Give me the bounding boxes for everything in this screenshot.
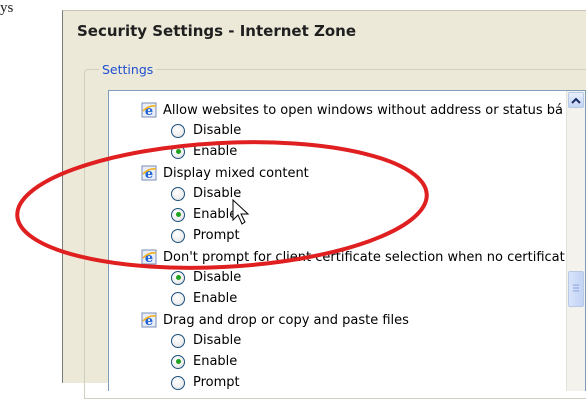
option-label: Disable — [193, 270, 242, 285]
setting-label: Drag and drop or copy and paste files — [163, 312, 409, 328]
radio-button[interactable] — [171, 291, 185, 306]
setting-drag-and-drop: e Drag and drop or copy and paste files — [141, 312, 409, 329]
ie-settings-icon: e — [141, 312, 157, 329]
radio-button-checked[interactable] — [171, 354, 185, 369]
option-disable[interactable]: Disable — [171, 333, 241, 348]
scroll-thumb-grip-icon — [573, 284, 579, 292]
radio-button[interactable] — [171, 228, 185, 243]
option-label: Disable — [193, 186, 242, 201]
background-text-fragment: ys — [0, 0, 14, 16]
scroll-up-arrow-icon[interactable] — [568, 92, 584, 108]
option-label: Enable — [193, 354, 238, 369]
radio-button[interactable] — [171, 123, 185, 138]
ie-settings-icon: e — [141, 102, 157, 119]
setting-label: Display mixed content — [163, 165, 309, 181]
option-disable[interactable]: Disable — [171, 123, 241, 138]
option-label: Enable — [193, 144, 238, 159]
option-label: Enable — [193, 207, 238, 222]
radio-button-checked[interactable] — [171, 270, 185, 285]
ie-settings-icon: e — [141, 165, 157, 182]
settings-group-label: Settings — [99, 62, 157, 77]
setting-label: Allow websites to open windows without a… — [163, 102, 564, 118]
radio-button[interactable] — [171, 333, 185, 348]
radio-button-checked[interactable] — [171, 144, 185, 159]
option-label: Enable — [193, 291, 238, 306]
vertical-scrollbar[interactable] — [566, 91, 585, 391]
option-label: Disable — [193, 123, 242, 138]
ie-settings-icon: e — [141, 249, 157, 266]
scroll-thumb[interactable] — [568, 271, 584, 307]
settings-listbox[interactable]: e Allow websites to open windows without… — [108, 90, 586, 391]
option-label: Prompt — [193, 228, 240, 243]
option-enable[interactable]: Enable — [171, 354, 237, 369]
setting-client-certificate: e Don't prompt for client certificate se… — [141, 249, 565, 266]
option-label: Disable — [193, 333, 242, 348]
radio-button-checked[interactable] — [171, 207, 185, 222]
setting-display-mixed-content: e Display mixed content — [141, 165, 309, 182]
option-enable[interactable]: Enable — [171, 207, 237, 222]
security-settings-dialog: Security Settings - Internet Zone Settin… — [62, 10, 586, 399]
radio-button[interactable] — [171, 186, 185, 201]
option-disable[interactable]: Disable — [171, 270, 241, 285]
setting-allow-windows: e Allow websites to open windows without… — [141, 102, 564, 119]
option-disable[interactable]: Disable — [171, 186, 241, 201]
dialog-title: Security Settings - Internet Zone — [63, 11, 586, 51]
option-enable[interactable]: Enable — [171, 291, 237, 306]
option-enable[interactable]: Enable — [171, 144, 237, 159]
option-prompt[interactable]: Prompt — [171, 228, 240, 243]
setting-label: Don't prompt for client certificate sele… — [163, 249, 565, 265]
